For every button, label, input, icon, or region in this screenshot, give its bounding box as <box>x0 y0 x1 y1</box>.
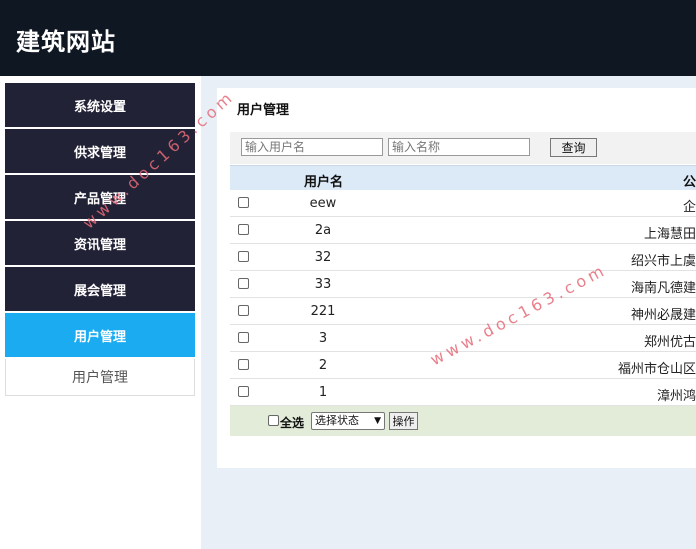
table-header: 用户名 公 <box>230 165 696 190</box>
row-checkbox[interactable] <box>238 332 249 343</box>
select-all-label: 全选 <box>280 416 305 430</box>
main-content: 用户管理 查询 用户名 公 eew 企 2a 上海慧田 32 <box>201 76 696 549</box>
company-cell: 福州市仓山区 <box>617 362 696 377</box>
sidebar: 系统设置 供求管理 产品管理 资讯管理 展会管理 用户管理 用户管理 <box>5 83 195 396</box>
page-title: 用户管理 <box>237 103 290 118</box>
row-checkbox[interactable] <box>238 224 249 235</box>
row-checkbox[interactable] <box>238 197 249 208</box>
select-all-checkbox[interactable] <box>268 415 279 426</box>
column-header-company: 公 <box>682 175 696 190</box>
table-row: 2a 上海慧田 <box>230 217 696 244</box>
sidebar-item-system-settings[interactable]: 系统设置 <box>5 83 195 127</box>
table-row: 33 海南凡德建 <box>230 271 696 298</box>
username-cell: 32 <box>314 250 332 265</box>
sidebar-item-exhibitions[interactable]: 展会管理 <box>5 267 195 311</box>
action-button[interactable]: 操作 <box>389 412 418 430</box>
company-cell: 企 <box>682 200 696 215</box>
table-footer: 全选 选择状态 ▼ 操作 <box>230 406 696 436</box>
sidebar-item-users[interactable]: 用户管理 <box>5 313 195 357</box>
chevron-down-icon: ▼ <box>374 416 381 426</box>
search-button[interactable]: 查询 <box>550 138 597 157</box>
column-header-username: 用户名 <box>304 175 344 190</box>
company-cell: 漳州鸿 <box>656 389 696 404</box>
name-search-input[interactable] <box>388 138 530 156</box>
username-cell: 1 <box>318 385 328 400</box>
search-bar: 查询 <box>230 132 696 164</box>
username-cell: 33 <box>314 277 332 292</box>
row-checkbox[interactable] <box>238 386 249 397</box>
username-search-input[interactable] <box>241 138 383 156</box>
username-cell: 3 <box>318 331 328 346</box>
username-cell: 221 <box>310 304 336 319</box>
table-row: 32 绍兴市上虞 <box>230 244 696 271</box>
table-row: 221 神州必晟建 <box>230 298 696 325</box>
username-cell: 2a <box>314 223 332 238</box>
company-cell: 海南凡德建 <box>630 281 696 296</box>
sidebar-item-news[interactable]: 资讯管理 <box>5 221 195 265</box>
users-table: 用户名 公 eew 企 2a 上海慧田 32 绍兴市上虞 33 海南凡德建 22… <box>230 165 696 436</box>
content-panel: 用户管理 查询 用户名 公 eew 企 2a 上海慧田 32 <box>217 88 696 468</box>
top-header: 建筑网站 <box>0 0 696 76</box>
submenu-item-user-management[interactable]: 用户管理 <box>5 359 195 396</box>
site-title: 建筑网站 <box>16 28 116 56</box>
status-select-value: 选择状态 <box>315 414 359 427</box>
row-checkbox[interactable] <box>238 251 249 262</box>
table-row: 1 漳州鸿 <box>230 379 696 406</box>
sidebar-item-supply-demand[interactable]: 供求管理 <box>5 129 195 173</box>
table-row: 2 福州市仓山区 <box>230 352 696 379</box>
row-checkbox[interactable] <box>238 359 249 370</box>
company-cell: 郑州优古 <box>643 335 696 350</box>
username-cell: 2 <box>318 358 328 373</box>
table-row: eew 企 <box>230 190 696 217</box>
company-cell: 神州必晟建 <box>630 308 696 323</box>
sidebar-item-products[interactable]: 产品管理 <box>5 175 195 219</box>
company-cell: 上海慧田 <box>643 227 696 242</box>
row-checkbox[interactable] <box>238 278 249 289</box>
company-cell: 绍兴市上虞 <box>630 254 696 269</box>
status-select[interactable]: 选择状态 ▼ <box>311 412 385 430</box>
table-row: 3 郑州优古 <box>230 325 696 352</box>
username-cell: eew <box>309 196 337 211</box>
row-checkbox[interactable] <box>238 305 249 316</box>
